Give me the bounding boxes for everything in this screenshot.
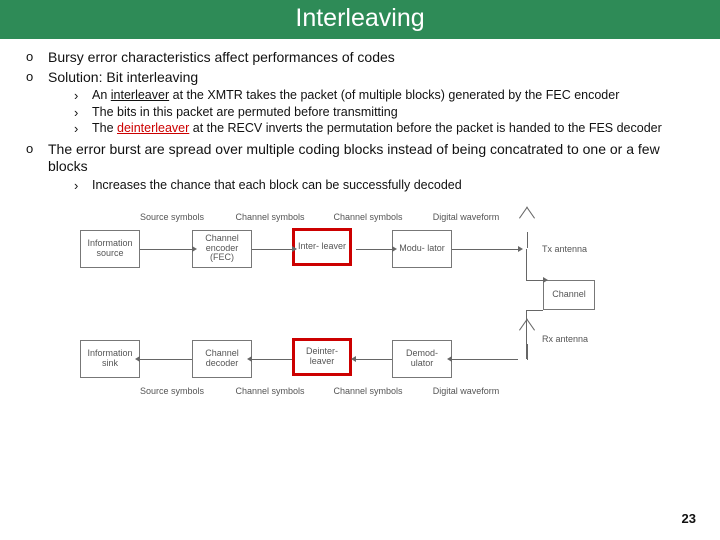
page-number: 23: [682, 511, 696, 526]
rx-antenna-icon: [518, 332, 536, 360]
block-information-sink: Information sink: [80, 340, 140, 378]
slide-body: Bursy error characteristics affect perfo…: [0, 39, 720, 400]
block-channel-encoder: Channel encoder (FEC): [192, 230, 252, 268]
label-channel-symbols-top-2: Channel symbols: [328, 212, 408, 222]
bullet-list: Bursy error characteristics affect perfo…: [22, 49, 698, 194]
arrow-icon: [252, 249, 292, 250]
b2-sub-1: An interleaver at the XMTR takes the pac…: [48, 88, 698, 104]
arrow-icon: [252, 359, 292, 360]
arrow-icon: [140, 249, 192, 250]
label-channel-symbols-bottom-2: Channel symbols: [328, 386, 408, 396]
block-deinterleaver: Deinter- leaver: [292, 338, 352, 376]
label-source-symbols-top: Source symbols: [132, 212, 212, 222]
block-diagram: Source symbols Channel symbols Channel s…: [80, 200, 640, 400]
label-rx-antenna: Rx antenna: [542, 334, 606, 344]
line: [526, 280, 543, 281]
arrow-icon: [452, 359, 518, 360]
block-modulator: Modu- lator: [392, 230, 452, 268]
block-interleaver: Inter- leaver: [292, 228, 352, 266]
tx-antenna-icon: [518, 220, 536, 248]
b3-sub-1: Increases the chance that each block can…: [48, 178, 698, 194]
arrow-icon: [356, 249, 392, 250]
label-digital-waveform-top: Digital waveform: [426, 212, 506, 222]
block-demodulator: Demod- ulator: [392, 340, 452, 378]
bullet-3-sublist: Increases the chance that each block can…: [48, 178, 698, 194]
line: [526, 310, 543, 311]
line: [526, 249, 527, 280]
line: [526, 310, 527, 359]
label-channel-symbols-bottom-1: Channel symbols: [230, 386, 310, 396]
slide-title: Interleaving: [0, 0, 720, 39]
label-digital-waveform-bottom: Digital waveform: [426, 386, 506, 396]
bullet-2: Solution: Bit interleaving An interleave…: [22, 69, 698, 137]
bullet-1: Bursy error characteristics affect perfo…: [22, 49, 698, 67]
label-source-symbols-bottom: Source symbols: [132, 386, 212, 396]
bullet-2-sublist: An interleaver at the XMTR takes the pac…: [48, 88, 698, 137]
underline-interleaver: interleaver: [111, 88, 169, 102]
bullet-2-text: Solution: Bit interleaving: [48, 69, 198, 85]
b2-sub-2: The bits in this packet are permuted bef…: [48, 105, 698, 121]
arrow-icon: [356, 359, 392, 360]
red-deinterleaver: deinterleaver: [117, 121, 189, 135]
block-channel: Channel: [543, 280, 595, 310]
bullet-3: The error burst are spread over multiple…: [22, 141, 698, 194]
label-channel-symbols-top-1: Channel symbols: [230, 212, 310, 222]
block-information-source: Information source: [80, 230, 140, 268]
arrow-icon: [452, 249, 518, 250]
arrow-icon: [140, 359, 192, 360]
label-tx-antenna: Tx antenna: [542, 244, 606, 254]
bullet-3-text: The error burst are spread over multiple…: [48, 141, 660, 175]
block-channel-decoder: Channel decoder: [192, 340, 252, 378]
b2-sub-3: The deinterleaver at the RECV inverts th…: [48, 121, 698, 137]
